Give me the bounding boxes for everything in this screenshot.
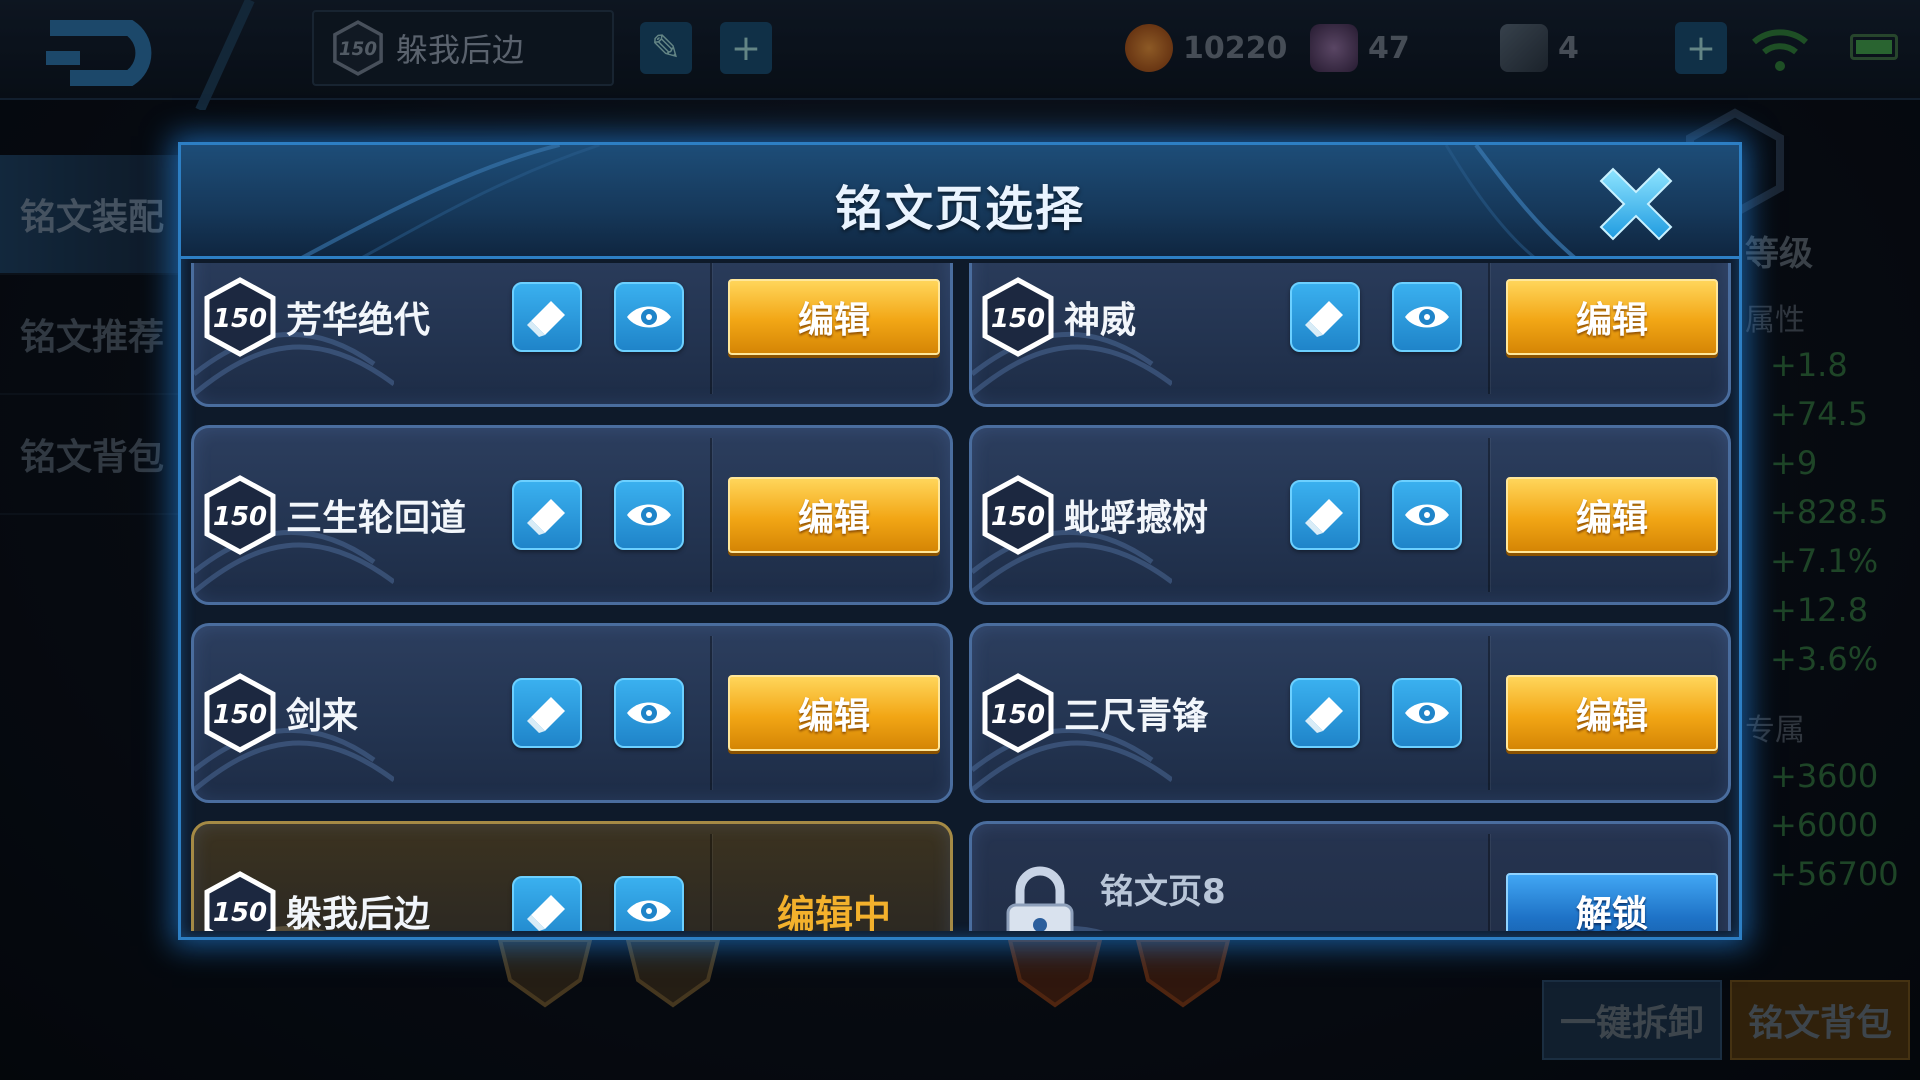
rune-page-name: 三尺青锋 [1064, 696, 1209, 737]
eye-icon [1405, 306, 1449, 328]
card-divider [1488, 636, 1490, 790]
svg-text:150: 150 [991, 304, 1045, 334]
card-divider [710, 438, 712, 592]
edit-button[interactable]: 编辑 [728, 279, 940, 355]
rune-page-card-active[interactable]: 150 躲我后边 编辑中 [191, 821, 953, 931]
rune-page-name: 躲我后边 [286, 894, 431, 931]
svg-text:150: 150 [991, 700, 1045, 730]
eraser-icon [527, 301, 565, 337]
rename-button[interactable] [1290, 480, 1360, 550]
level-hex-icon: 150 [204, 871, 276, 931]
rename-button[interactable] [1290, 678, 1360, 748]
level-hex-icon: 150 [982, 475, 1054, 555]
rune-page-select-dialog: 铭文页选择 150 芳华绝代 编辑 150 神威 编辑 150 三生轮回道 编辑… [178, 142, 1742, 940]
rune-page-name: 剑来 [286, 696, 359, 737]
preview-button[interactable] [614, 678, 684, 748]
eye-icon [627, 306, 671, 328]
eye-icon [627, 702, 671, 724]
edit-button[interactable]: 编辑 [1506, 279, 1718, 355]
dialog-header: 铭文页选择 [181, 145, 1739, 259]
rune-page-card[interactable]: 150 剑来 编辑 [191, 623, 953, 803]
card-divider [1488, 263, 1490, 394]
eye-icon [627, 504, 671, 526]
edit-button[interactable]: 编辑 [1506, 477, 1718, 553]
dialog-title: 铭文页选择 [834, 181, 1085, 237]
eye-icon [1405, 504, 1449, 526]
eraser-icon [1305, 301, 1343, 337]
rune-page-name: 神威 [1064, 300, 1137, 341]
close-icon[interactable] [1591, 159, 1681, 249]
level-hex-icon: 150 [982, 673, 1054, 753]
rune-page-grid: 150 芳华绝代 编辑 150 神威 编辑 150 三生轮回道 编辑 150 蚍… [191, 263, 1731, 931]
rune-page-card[interactable]: 150 三尺青锋 编辑 [969, 623, 1731, 803]
svg-text:150: 150 [213, 304, 267, 334]
eraser-icon [527, 499, 565, 535]
edit-button[interactable]: 编辑 [1506, 675, 1718, 751]
svg-text:150: 150 [213, 502, 267, 532]
eye-icon [627, 900, 671, 922]
rune-page-name: 三生轮回道 [286, 498, 467, 539]
card-divider [710, 834, 712, 931]
eraser-icon [1305, 499, 1343, 535]
editing-status: 编辑中 [776, 892, 891, 932]
rename-button[interactable] [512, 678, 582, 748]
preview-button[interactable] [614, 480, 684, 550]
preview-button[interactable] [1392, 480, 1462, 550]
unlock-button[interactable]: 解锁 [1506, 873, 1718, 931]
level-hex-icon: 150 [204, 673, 276, 753]
rune-page-card-locked[interactable]: 铭文页8 解锁 [969, 821, 1731, 931]
card-divider [710, 636, 712, 790]
eraser-icon [527, 895, 565, 931]
level-hex-icon: 150 [982, 277, 1054, 357]
card-divider [1488, 438, 1490, 592]
edit-button[interactable]: 编辑 [728, 477, 940, 553]
rune-page-name: 芳华绝代 [286, 300, 431, 341]
rune-page-card[interactable]: 150 神威 编辑 [969, 263, 1731, 407]
edit-button[interactable]: 编辑 [728, 675, 940, 751]
card-divider [710, 263, 712, 394]
preview-button[interactable] [614, 282, 684, 352]
svg-text:150: 150 [991, 502, 1045, 532]
preview-button[interactable] [1392, 678, 1462, 748]
svg-text:150: 150 [213, 700, 267, 730]
rename-button[interactable] [1290, 282, 1360, 352]
rename-button[interactable] [512, 282, 582, 352]
rename-button[interactable] [512, 480, 582, 550]
rename-button[interactable] [512, 876, 582, 931]
eraser-icon [1305, 697, 1343, 733]
eraser-icon [527, 697, 565, 733]
card-divider [1488, 834, 1490, 931]
rune-page-card[interactable]: 150 芳华绝代 编辑 [191, 263, 953, 407]
preview-button[interactable] [614, 876, 684, 931]
svg-text:150: 150 [213, 898, 267, 928]
rune-page-card[interactable]: 150 三生轮回道 编辑 [191, 425, 953, 605]
rune-page-name: 蚍蜉撼树 [1064, 498, 1209, 539]
preview-button[interactable] [1392, 282, 1462, 352]
level-hex-icon: 150 [204, 277, 276, 357]
level-hex-icon: 150 [204, 475, 276, 555]
eye-icon [1405, 702, 1449, 724]
rune-page-card[interactable]: 150 蚍蜉撼树 编辑 [969, 425, 1731, 605]
locked-page-name: 铭文页8 [1100, 872, 1226, 912]
lock-icon [1006, 866, 1074, 931]
